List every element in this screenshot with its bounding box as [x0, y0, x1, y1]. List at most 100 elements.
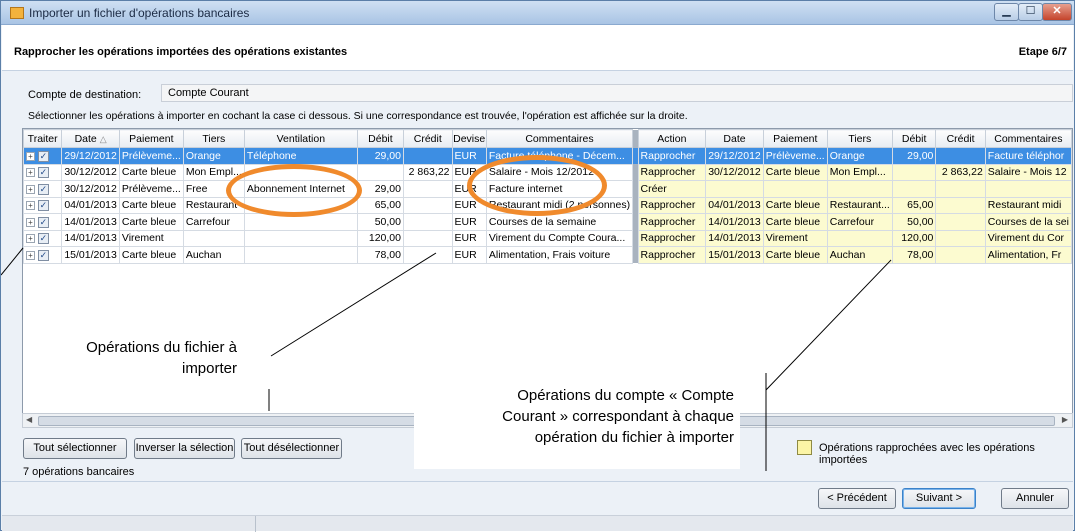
table-header: Traiter Date △ Paiement Tiers Ventilatio…	[23, 129, 1072, 148]
cell-r-commentaires: Alimentation, Fr	[984, 246, 1072, 264]
cell-expand-traiter[interactable]: + ✓	[23, 246, 63, 264]
expand-icon[interactable]: +	[26, 184, 35, 194]
cancel-button[interactable]: Annuler	[1001, 488, 1069, 509]
col-header-paiement[interactable]: Paiement	[118, 129, 184, 148]
deselect-all-button[interactable]: Tout désélectionner	[241, 438, 342, 459]
cell-r-commentaires: Courses de la sei	[984, 213, 1072, 231]
traiter-checkbox[interactable]: ✓	[37, 150, 49, 162]
callout-line: importer	[181, 360, 237, 377]
cell-tiers: Carrefour	[182, 213, 245, 231]
col-header-r-tiers[interactable]: Tiers	[826, 129, 893, 148]
scroll-left-icon[interactable]: ◀	[26, 415, 32, 424]
account-field[interactable]: Compte Courant	[161, 84, 1073, 102]
col-header-action[interactable]: Action	[637, 129, 707, 148]
table-row[interactable]: + ✓ 15/01/2013 Carte bleue Auchan 78,00 EUR Al…	[23, 246, 1072, 264]
cell-action: Rapprocher	[637, 229, 707, 247]
expand-icon[interactable]: +	[26, 151, 35, 161]
traiter-checkbox[interactable]: ✓	[37, 216, 49, 228]
highlight-circle-commentaires	[467, 155, 607, 216]
traiter-checkbox[interactable]: ✓	[37, 183, 49, 195]
col-header-commentaires[interactable]: Commentaires	[485, 129, 634, 148]
cell-paiement: Carte bleue	[118, 196, 184, 214]
cell-date: 30/12/2012	[61, 180, 120, 198]
cell-r-paiement: Carte bleue	[762, 163, 828, 181]
cell-devise: EUR	[451, 147, 487, 165]
scroll-right-icon[interactable]: ▶	[1062, 415, 1068, 424]
traiter-checkbox[interactable]: ✓	[37, 233, 49, 245]
col-header-r-debit[interactable]: Débit	[891, 129, 937, 148]
cell-paiement: Carte bleue	[118, 213, 184, 231]
minimize-button[interactable]: ▁	[994, 3, 1019, 21]
cell-r-commentaires: Salaire - Mois 12	[984, 163, 1072, 181]
maximize-button[interactable]: ☐	[1018, 3, 1043, 21]
previous-button[interactable]: < Précédent	[818, 488, 896, 509]
table-row[interactable]: + ✓ 14/01/2013 Virement 120,00 EUR Virement d…	[23, 229, 1072, 247]
cell-action: Créer	[637, 180, 707, 198]
cell-r-commentaires: Virement du Cor	[984, 229, 1072, 247]
cell-expand-traiter[interactable]: + ✓	[23, 147, 63, 165]
cell-action: Rapprocher	[637, 196, 707, 214]
cell-date: 15/01/2013	[61, 246, 120, 264]
instructions: Sélectionner les opérations à importer e…	[28, 110, 688, 122]
cell-r-credit	[935, 246, 986, 264]
col-header-r-paiement[interactable]: Paiement	[762, 129, 828, 148]
table-row[interactable]: + ✓ 14/01/2013 Carte bleue Carrefour 50,00 EU…	[23, 213, 1072, 231]
cell-r-date: 14/01/2013	[705, 213, 764, 231]
close-button[interactable]: ✕	[1042, 3, 1072, 21]
invert-selection-button[interactable]: Inverser la sélection	[134, 438, 235, 459]
cell-tiers: Auchan	[182, 246, 245, 264]
cell-r-paiement: Carte bleue	[762, 196, 828, 214]
col-header-r-date[interactable]: Date	[705, 129, 764, 148]
cell-paiement: Carte bleue	[118, 246, 184, 264]
cell-r-date: 30/12/2012	[705, 163, 764, 181]
cell-r-debit: 29,00	[891, 147, 937, 165]
col-header-tiers[interactable]: Tiers	[182, 129, 245, 148]
expand-icon[interactable]: +	[26, 217, 35, 227]
cell-credit	[402, 246, 453, 264]
step-title: Rapprocher les opérations importées des …	[14, 46, 348, 58]
expand-icon[interactable]: +	[26, 250, 35, 260]
select-all-button[interactable]: Tout sélectionner	[23, 438, 127, 459]
cell-r-tiers	[826, 180, 893, 198]
cell-r-credit	[935, 147, 986, 165]
col-header-ventilation[interactable]: Ventilation	[243, 129, 358, 148]
cell-r-commentaires: Restaurant midi	[984, 196, 1072, 214]
cell-expand-traiter[interactable]: + ✓	[23, 213, 63, 231]
cell-r-debit: 65,00	[891, 196, 937, 214]
col-header-r-credit[interactable]: Crédit	[935, 129, 986, 148]
traiter-checkbox[interactable]: ✓	[37, 200, 49, 212]
cell-devise: EUR	[451, 213, 487, 231]
col-header-r-commentaires[interactable]: Commentaires	[984, 129, 1072, 148]
wizard-header: Rapprocher les opérations importées des …	[2, 25, 1073, 71]
cell-ventilation	[243, 246, 358, 264]
callout-line: opération du fichier à importer	[534, 429, 734, 446]
expand-icon[interactable]: +	[26, 168, 35, 178]
col-header-debit[interactable]: Débit	[356, 129, 404, 148]
legend-swatch	[797, 440, 812, 455]
cell-credit	[402, 180, 453, 198]
traiter-checkbox[interactable]: ✓	[37, 167, 49, 179]
expand-icon[interactable]: +	[26, 201, 35, 211]
traiter-checkbox[interactable]: ✓	[37, 249, 49, 261]
pointer-line-left	[1, 247, 24, 276]
cell-expand-traiter[interactable]: + ✓	[23, 163, 63, 181]
cell-r-commentaires	[984, 180, 1072, 198]
cell-debit: 29,00	[356, 180, 404, 198]
title-bar[interactable]: Importer un fichier d'opérations bancair…	[1, 1, 1074, 25]
cell-commentaires: Courses de la semaine	[485, 213, 634, 231]
next-button[interactable]: Suivant >	[902, 488, 976, 509]
col-header-date[interactable]: Date △	[61, 129, 120, 148]
cell-date: 04/01/2013	[61, 196, 120, 214]
col-header-traiter[interactable]: Traiter	[23, 129, 63, 148]
col-header-devise[interactable]: Devise	[451, 129, 487, 148]
cell-devise: EUR	[451, 246, 487, 264]
cell-date: 14/01/2013	[61, 229, 120, 247]
cell-expand-traiter[interactable]: + ✓	[23, 196, 63, 214]
cell-expand-traiter[interactable]: + ✓	[23, 180, 63, 198]
col-header-credit[interactable]: Crédit	[402, 129, 453, 148]
cell-r-tiers: Carrefour	[826, 213, 893, 231]
cell-commentaires: Virement du Compte Coura...	[485, 229, 634, 247]
cell-r-debit: 50,00	[891, 213, 937, 231]
cell-expand-traiter[interactable]: + ✓	[23, 229, 63, 247]
expand-icon[interactable]: +	[26, 234, 35, 244]
